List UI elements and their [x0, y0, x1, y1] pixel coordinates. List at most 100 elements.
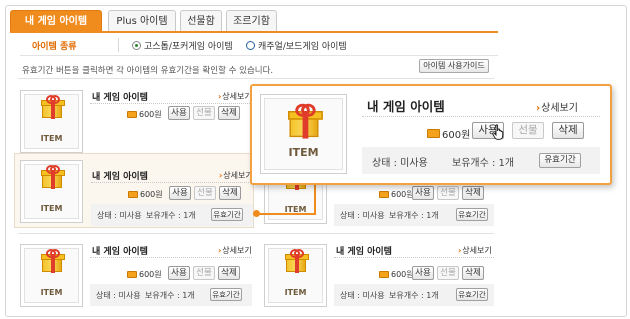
item-price: 600원 — [127, 269, 162, 280]
status-bar: 상태 : 미사용 보유개수 : 1개 유효기간 — [90, 284, 252, 306]
delete-button[interactable]: 삭제 — [462, 186, 484, 200]
item-price: 600원 — [127, 109, 162, 120]
use-button[interactable]: 사용 — [412, 186, 434, 200]
validity-period-button[interactable]: 유효기간 — [539, 153, 581, 168]
coin-icon — [128, 191, 138, 198]
thumbnail-label: ITEM — [288, 146, 319, 159]
item-count: 보유개수 : 1개 — [146, 211, 196, 220]
item-thumbnail[interactable]: ITEM — [264, 244, 327, 307]
item-thumbnail[interactable]: ITEM — [20, 244, 83, 307]
item-name: 내 게임 아이템 — [92, 247, 148, 257]
tab-my-game-items[interactable]: 내 게임 아이템 — [10, 10, 102, 32]
validity-period-button[interactable]: 유효기간 — [456, 288, 488, 301]
details-link[interactable]: 상세보기 — [536, 99, 578, 114]
radio-label: 고스톱/포커게임 아이템 — [144, 42, 233, 52]
use-button[interactable]: 사용 — [168, 266, 190, 280]
item-name: 내 게임 아이템 — [336, 247, 392, 257]
item-type-filter: 아이템 종류 고스톱/포커게임 아이템 캐주얼/보드게임 아이템 — [20, 36, 498, 56]
item-card: ITEM 내 게임 아이템 상세보기 600원 사용 선물 삭제 상태 : 미사… — [262, 240, 494, 310]
divider — [18, 233, 494, 234]
tab-plus-items[interactable]: Plus 아이템 — [108, 10, 176, 32]
gift-icon — [40, 249, 65, 273]
gift-button[interactable]: 선물 — [193, 266, 215, 280]
validity-period-button[interactable]: 유효기간 — [210, 288, 242, 301]
item-zoom-callout: ITEM 내 게임 아이템 상세보기 600원 사용 선물 삭제 상태 : 미사… — [250, 84, 612, 185]
item-status: 상태 : 미사용 — [96, 291, 141, 300]
divider — [18, 78, 494, 79]
item-name: 내 게임 아이템 — [92, 172, 148, 182]
tab-request-box[interactable]: 조르기함 — [226, 10, 277, 32]
cursor-hand-icon — [492, 124, 504, 140]
gift-icon — [40, 165, 65, 189]
delete-button[interactable]: 삭제 — [219, 186, 241, 200]
thumbnail-label: ITEM — [40, 288, 63, 297]
tab-underline — [10, 31, 498, 33]
item-card: ITEM 내 게임 아이템 상세보기 600원 사용 선물 삭제 — [18, 86, 252, 156]
delete-button[interactable]: 삭제 — [462, 266, 484, 280]
radio-gostop-poker[interactable]: 고스톱/포커게임 아이템 — [132, 39, 233, 52]
use-button[interactable]: 사용 — [412, 266, 434, 280]
thumbnail-label: ITEM — [284, 288, 307, 297]
gift-icon — [284, 249, 309, 273]
filter-divider — [118, 38, 119, 52]
item-thumbnail[interactable]: ITEM — [260, 94, 347, 174]
delete-button[interactable]: 삭제 — [218, 106, 240, 120]
validity-period-button[interactable]: 유효기간 — [456, 208, 488, 221]
item-count: 보유개수 : 1개 — [389, 211, 439, 220]
coin-icon — [379, 191, 389, 198]
item-thumbnail[interactable]: ITEM — [20, 160, 83, 223]
callout-connector — [314, 184, 316, 215]
details-link[interactable]: 상세보기 — [219, 170, 252, 181]
status-bar: 상태 : 미사용 보유개수 : 1개 유효기간 — [362, 147, 600, 174]
status-bar: 상태 : 미사용 보유개수 : 1개 유효기간 — [334, 204, 494, 226]
coin-icon — [127, 271, 137, 278]
radio-casual-board[interactable]: 캐주얼/보드게임 아이템 — [246, 39, 347, 52]
item-status: 상태 : 미사용 — [97, 211, 142, 220]
item-thumbnail[interactable]: ITEM — [20, 90, 83, 153]
status-bar: 상태 : 미사용 보유개수 : 1개 유효기간 — [334, 284, 494, 306]
details-link[interactable]: 상세보기 — [218, 245, 251, 256]
item-status: 상태 : 미사용 — [372, 158, 428, 169]
coin-icon — [127, 111, 137, 118]
item-card: ITEM 내 게임 아이템 상세보기 600원 사용 선물 삭제 상태 : 미사… — [18, 240, 252, 310]
item-status: 상태 : 미사용 — [340, 291, 385, 300]
use-button[interactable]: 사용 — [169, 186, 191, 200]
coin-icon — [379, 271, 389, 278]
thumbnail-label: ITEM — [40, 134, 63, 143]
item-count: 보유개수 : 1개 — [145, 291, 195, 300]
item-price: 600원 — [427, 126, 470, 141]
gift-button[interactable]: 선물 — [437, 186, 459, 200]
details-link[interactable]: 상세보기 — [218, 91, 251, 102]
item-card-highlighted: ITEM 내 게임 아이템 상세보기 600원 사용 선물 삭제 상태 : 미사… — [14, 153, 254, 228]
use-button[interactable]: 사용 — [168, 106, 190, 120]
tab-gift-box[interactable]: 선물함 — [180, 10, 222, 32]
item-name: 내 게임 아이템 — [92, 93, 148, 103]
coin-icon — [427, 129, 440, 138]
gift-button[interactable]: 선물 — [512, 122, 544, 139]
notice-text: 유효기간 버튼을 클릭하면 각 아이템의 유효기간을 확인할 수 있습니다. — [22, 66, 274, 76]
thumbnail-label: ITEM — [40, 204, 63, 213]
item-name: 내 게임 아이템 — [367, 99, 445, 114]
callout-dot — [253, 210, 260, 217]
gift-button[interactable]: 선물 — [194, 186, 216, 200]
item-guide-button[interactable]: 아이템 사용가이드 — [419, 59, 489, 73]
gift-icon — [287, 103, 323, 139]
radio-unchecked-icon — [246, 41, 255, 50]
delete-button[interactable]: 삭제 — [552, 122, 584, 139]
item-count: 보유개수 : 1개 — [389, 291, 439, 300]
validity-period-button[interactable]: 유효기간 — [211, 208, 243, 221]
radio-checked-icon — [132, 41, 141, 50]
filter-label: 아이템 종류 — [32, 42, 77, 52]
delete-button[interactable]: 삭제 — [218, 266, 240, 280]
item-status: 상태 : 미사용 — [340, 211, 385, 220]
details-link[interactable]: 상세보기 — [458, 245, 491, 256]
gift-button[interactable]: 선물 — [193, 106, 215, 120]
item-price: 600원 — [379, 189, 414, 200]
gift-button[interactable]: 선물 — [437, 266, 459, 280]
callout-connector — [256, 213, 316, 215]
status-bar: 상태 : 미사용 보유개수 : 1개 유효기간 — [91, 204, 253, 226]
radio-label: 캐주얼/보드게임 아이템 — [258, 42, 347, 52]
item-count: 보유개수 : 1개 — [452, 158, 515, 169]
item-price: 600원 — [128, 189, 163, 200]
item-price: 600원 — [379, 269, 414, 280]
